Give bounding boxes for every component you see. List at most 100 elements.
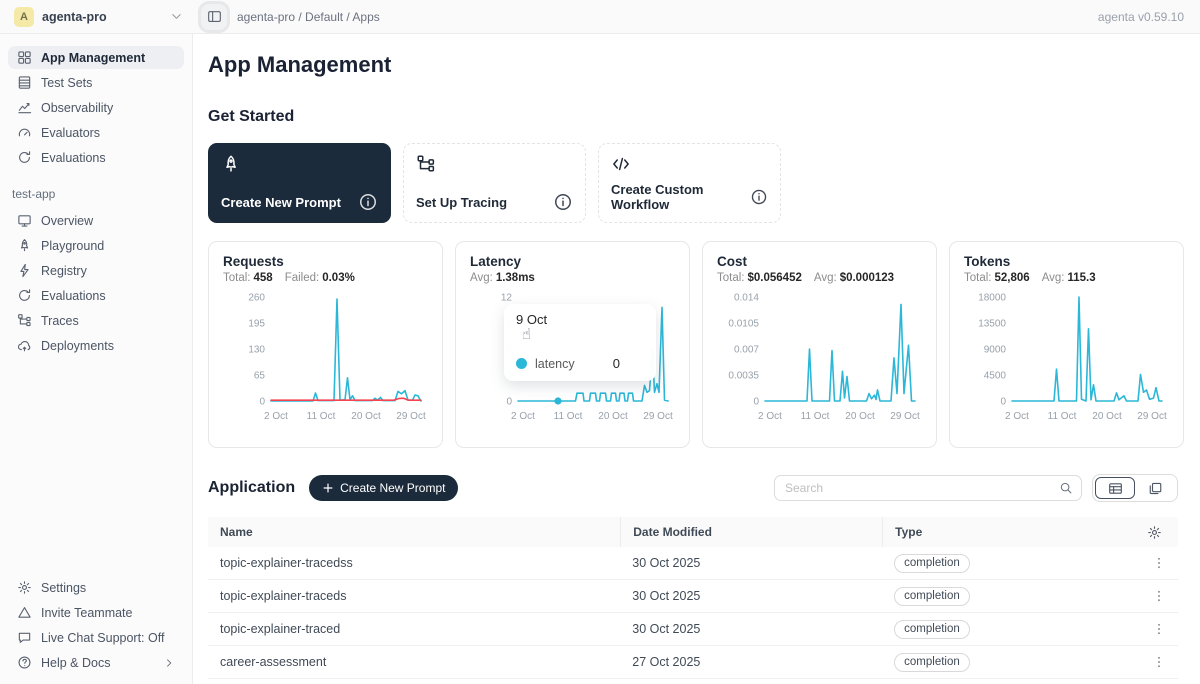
app-name: topic-explainer-traced	[208, 622, 620, 636]
metric-title: Latency	[470, 254, 675, 269]
column-header-type[interactable]: Type	[882, 517, 1100, 547]
svg-text:20 Oct: 20 Oct	[598, 411, 628, 422]
svg-text:195: 195	[248, 319, 265, 330]
svg-text:2 Oct: 2 Oct	[758, 411, 782, 422]
metric-card-requests: Requests Total:458 Failed:0.03% 06513019526…	[208, 241, 443, 448]
table-row[interactable]: topic-explainer-traced30 Oct 2025complet…	[208, 613, 1178, 646]
sidebar-item-settings[interactable]: Settings	[8, 576, 184, 599]
sidebar-item-label: Evaluators	[41, 126, 100, 140]
workspace-name: agenta-pro	[42, 10, 162, 24]
create-new-prompt-button[interactable]: Create New Prompt	[309, 475, 458, 501]
info-icon[interactable]	[358, 192, 378, 212]
chart-plot[interactable]: 00.00350.0070.01050.0142 Oct11 Oct20 Oct…	[717, 289, 922, 435]
search-input[interactable]	[785, 481, 1059, 495]
grid-icon	[17, 50, 32, 65]
breadcrumb[interactable]: agenta-pro / Default / Apps	[237, 10, 1098, 24]
info-icon[interactable]	[553, 192, 573, 212]
svg-text:20 Oct: 20 Oct	[845, 411, 875, 422]
monitor-icon	[17, 213, 32, 228]
sidebar-item-label: Deployments	[41, 339, 114, 353]
get-started-cards: Create New Prompt Set Up Tracing Create Cu…	[208, 143, 1178, 223]
refresh-icon	[17, 288, 32, 303]
sidebar-item-label: Help & Docs	[41, 656, 110, 670]
application-header: Application Create New Prompt	[208, 474, 1178, 502]
sidebar-collapse-button[interactable]	[201, 4, 227, 30]
page-title: App Management	[208, 52, 1178, 78]
card-view-button[interactable]	[1135, 477, 1175, 499]
svg-text:11 Oct: 11 Oct	[801, 411, 830, 422]
svg-text:29 Oct: 29 Oct	[396, 411, 426, 422]
sidebar-item-test-sets[interactable]: Test Sets	[8, 71, 184, 94]
get-started-title: Get Started	[208, 108, 1178, 126]
get-started-card-create-new-prompt[interactable]: Create New Prompt	[208, 143, 391, 223]
sidebar-item-observability[interactable]: Observability	[8, 96, 184, 119]
metric-title: Requests	[223, 254, 428, 269]
bolt-icon	[17, 263, 32, 278]
chevron-down-icon	[170, 10, 183, 23]
get-started-card-create-custom-workflow[interactable]: Create Custom Workflow	[598, 143, 781, 223]
column-header-name[interactable]: Name	[208, 517, 620, 547]
main-content: App Management Get Started Create New Pr…	[193, 34, 1200, 684]
workspace-switcher[interactable]: A agenta-pro	[0, 7, 193, 27]
sidebar-item-label: App Management	[41, 51, 145, 65]
table-row[interactable]: career-assessment27 Oct 2025completion	[208, 646, 1178, 679]
app-date-modified: 30 Oct 2025	[620, 556, 882, 570]
row-menu-icon[interactable]	[1152, 589, 1166, 603]
sidebar-item-overview[interactable]: Overview	[8, 209, 184, 232]
stat: Total:458	[223, 272, 273, 284]
sidebar-item-traces[interactable]: Traces	[8, 309, 184, 332]
chevron-right-icon	[163, 657, 175, 669]
triangle-icon	[17, 605, 32, 620]
sidebar-item-label: Overview	[41, 214, 93, 228]
sidebar-item-live-chat-support-off[interactable]: Live Chat Support: Off	[8, 626, 184, 649]
stat: Failed:0.03%	[285, 272, 355, 284]
chart-plot[interactable]: 0369122 Oct11 Oct20 Oct29 Oct	[470, 289, 675, 435]
info-icon[interactable]	[750, 187, 768, 207]
table-row[interactable]: topic-explainer-traceds30 Oct 2025comple…	[208, 580, 1178, 613]
app-name: topic-explainer-traceds	[208, 589, 620, 603]
table-settings-gear-icon[interactable]	[1147, 525, 1162, 540]
help-icon	[17, 655, 32, 670]
card-label: Set Up Tracing	[416, 195, 507, 210]
stat: Total:52,806	[964, 272, 1030, 284]
app-type: completion	[882, 554, 1100, 573]
row-menu-icon[interactable]	[1152, 622, 1166, 636]
svg-text:9: 9	[506, 319, 512, 330]
sidebar-item-app-management[interactable]: App Management	[8, 46, 184, 69]
column-header-date-modified[interactable]: Date Modified	[620, 517, 882, 547]
topbar: A agenta-pro agenta-pro / Default / Apps…	[0, 0, 1200, 34]
svg-text:13500: 13500	[978, 319, 1006, 330]
table-view-button[interactable]	[1095, 477, 1135, 499]
svg-text:9000: 9000	[984, 345, 1007, 356]
svg-text:2 Oct: 2 Oct	[1005, 411, 1029, 422]
metric-title: Cost	[717, 254, 922, 269]
chat-icon	[17, 630, 32, 645]
svg-text:4500: 4500	[984, 371, 1007, 382]
row-menu-icon[interactable]	[1152, 556, 1166, 570]
table-row[interactable]: topic-explainer-tracedss30 Oct 2025compl…	[208, 547, 1178, 580]
stat: Avg:1.38ms	[470, 272, 535, 284]
svg-text:2 Oct: 2 Oct	[264, 411, 288, 422]
sidebar-item-evaluations[interactable]: Evaluations	[8, 146, 184, 169]
svg-text:11 Oct: 11 Oct	[554, 411, 583, 422]
plus-icon	[322, 482, 334, 494]
search-icon[interactable]	[1059, 481, 1073, 495]
sidebar-item-registry[interactable]: Registry	[8, 259, 184, 282]
sidebar-item-playground[interactable]: Playground	[8, 234, 184, 257]
sidebar-main-nav: App Management Test SetsObservability Eval…	[8, 46, 184, 171]
sidebar-item-evaluations[interactable]: Evaluations	[8, 284, 184, 307]
svg-text:0.007: 0.007	[734, 345, 759, 356]
sidebar-item-help-docs[interactable]: Help & Docs	[8, 651, 184, 674]
sidebar-item-deployments[interactable]: Deployments	[8, 334, 184, 357]
sidebar-item-invite-teammate[interactable]: Invite Teammate	[8, 601, 184, 624]
sidebar-item-evaluators[interactable]: Evaluators	[8, 121, 184, 144]
tree-icon	[416, 154, 436, 174]
row-menu-icon[interactable]	[1152, 655, 1166, 669]
svg-text:3: 3	[506, 371, 512, 382]
chart-plot[interactable]: 0651301952602 Oct11 Oct20 Oct29 Oct	[223, 289, 428, 435]
refresh-icon	[17, 150, 32, 165]
get-started-card-set-up-tracing[interactable]: Set Up Tracing	[403, 143, 586, 223]
gear-icon	[17, 580, 32, 595]
chart-plot[interactable]: 04500900013500180002 Oct11 Oct20 Oct29 O…	[964, 289, 1169, 435]
sidebar-item-label: Playground	[41, 239, 104, 253]
